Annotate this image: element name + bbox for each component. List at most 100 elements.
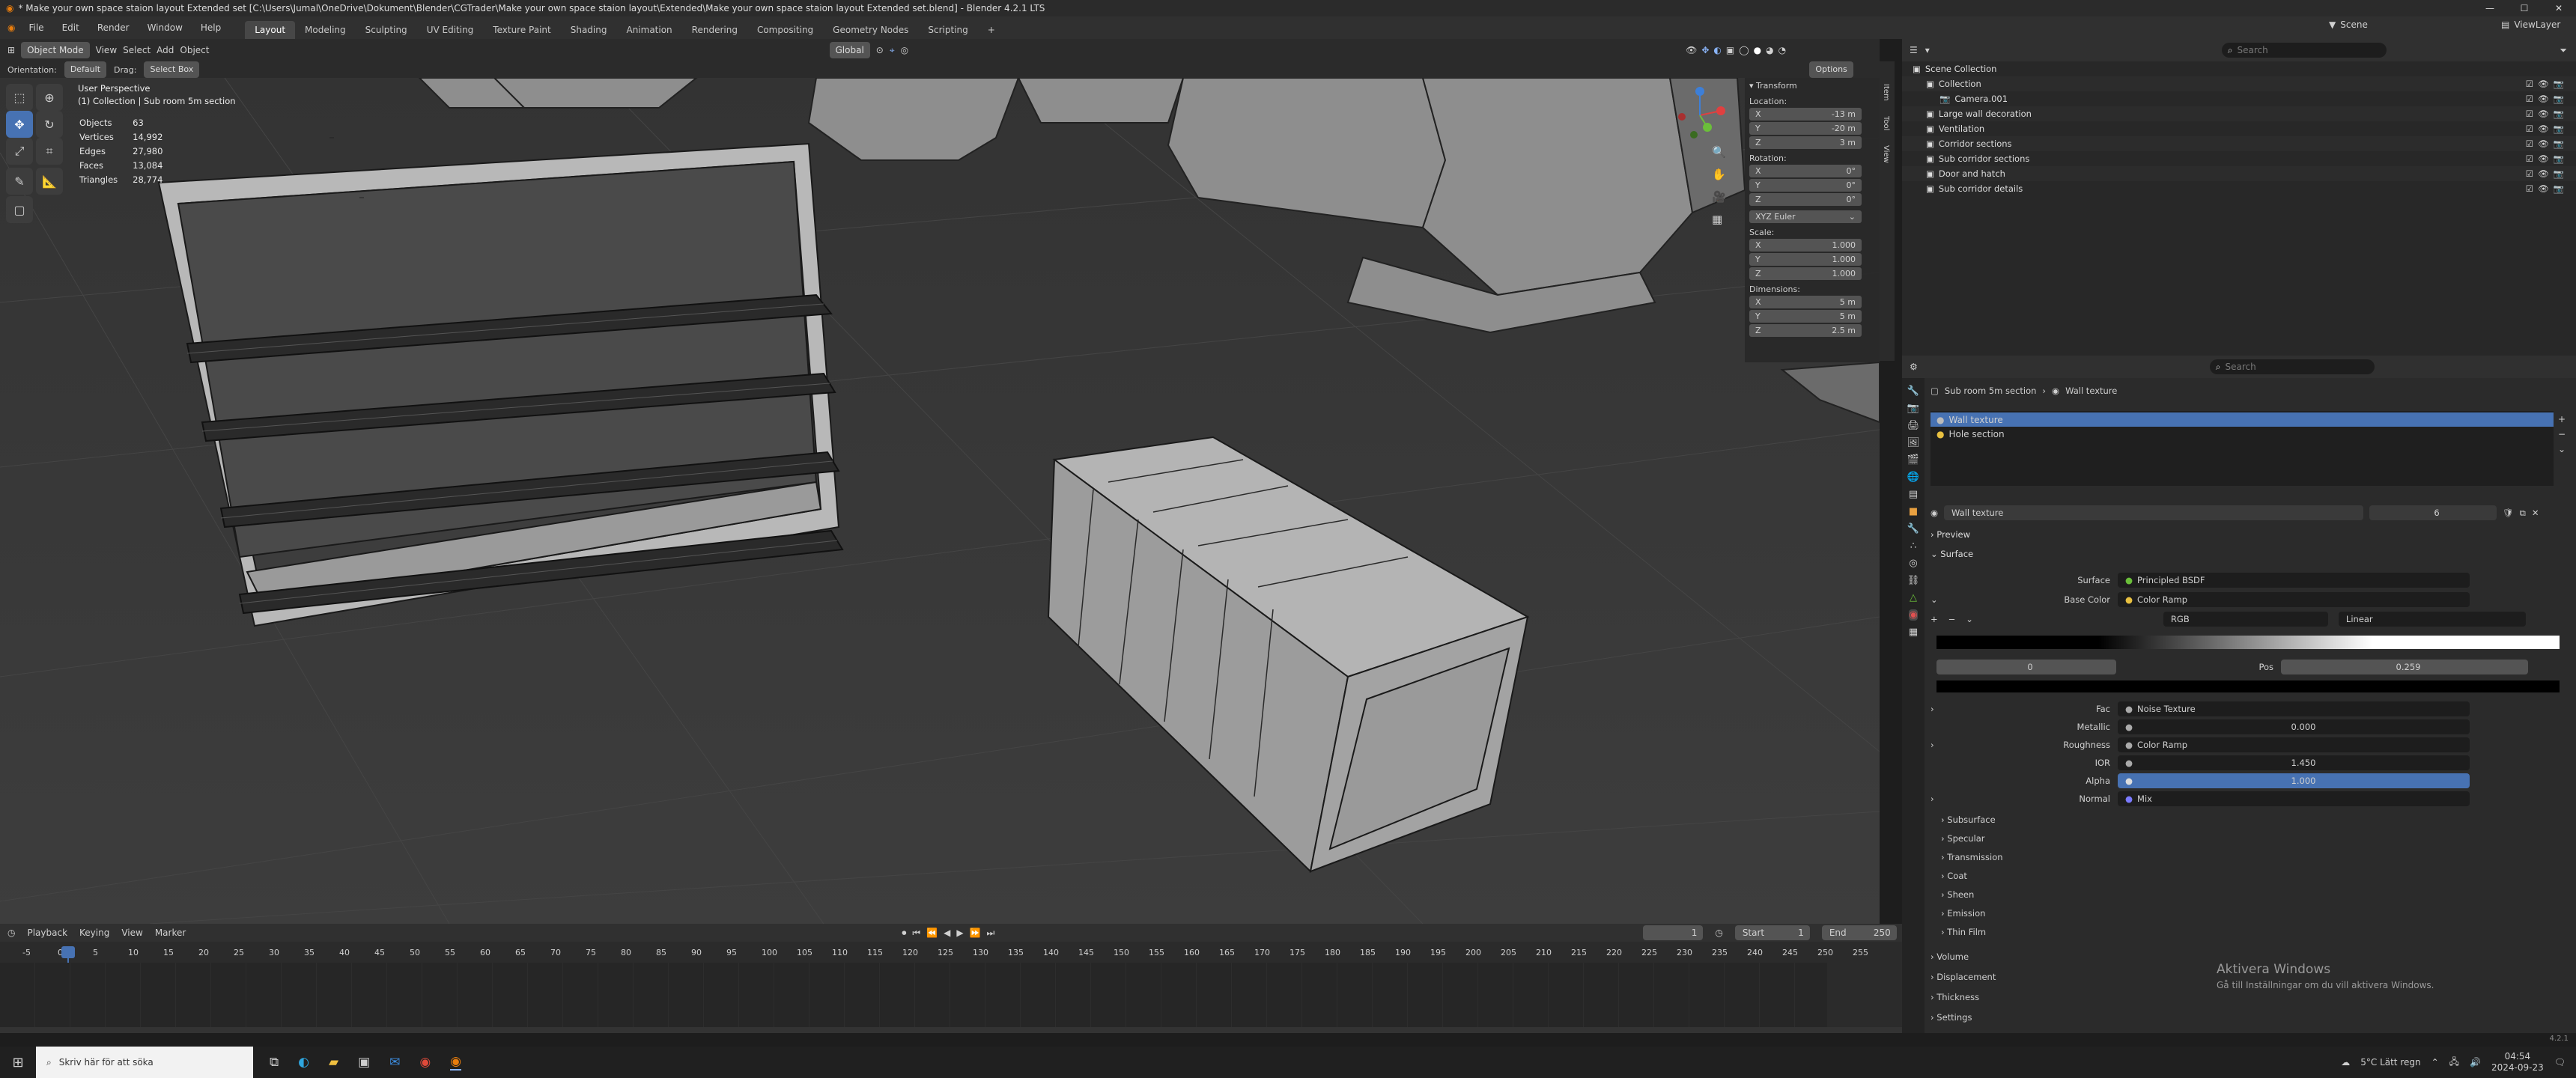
timeline-scrollbar[interactable]	[0, 1027, 1902, 1033]
editor-type-icon[interactable]: ☰	[1910, 45, 1918, 55]
pivot-icon[interactable]: ⊙	[876, 45, 884, 55]
material-users-count[interactable]: 6	[2369, 505, 2497, 520]
transform-tool-icon[interactable]: ⌗	[36, 138, 63, 165]
tab-geometry-nodes[interactable]: Geometry Nodes	[823, 21, 918, 39]
tray-chevron-icon[interactable]: ⌃	[2431, 1057, 2439, 1068]
subsection-emission[interactable]: › Emission	[1941, 904, 2003, 923]
volume-icon[interactable]: 🔊	[2470, 1057, 2481, 1068]
shading-rendered-icon[interactable]: ◔	[1778, 45, 1786, 55]
zoom-icon[interactable]: 🔍	[1712, 145, 1726, 159]
tab-shading[interactable]: Shading	[561, 21, 617, 39]
minimize-icon[interactable]: —	[2473, 0, 2507, 16]
metallic-slider[interactable]: ● 0.000	[2118, 719, 2470, 734]
taskbar-search-input[interactable]: ⌕ Skriv här för att söka	[36, 1047, 253, 1078]
outliner-row[interactable]: 📷 Camera.001 ☑👁📷	[1902, 91, 2576, 106]
scale-x-field[interactable]: X 1.000	[1749, 239, 1862, 252]
chrome-icon[interactable]: ◉	[419, 1055, 431, 1070]
orientation-dropdown[interactable]: Default	[64, 61, 107, 78]
material-slot-selected[interactable]: ● Wall texture	[1931, 412, 2554, 427]
outliner-row[interactable]: ▣ Collection ☑👁📷	[1902, 76, 2576, 91]
editor-type-icon[interactable]: ◷	[7, 928, 15, 938]
tab-tool[interactable]: Tool	[1882, 116, 1890, 130]
world-tab-icon[interactable]: 🌐	[1907, 472, 1919, 483]
add-slot-icon[interactable]: +	[2558, 414, 2566, 424]
view-menu[interactable]: View	[96, 45, 117, 55]
ior-slider[interactable]: ● 1.450	[2118, 755, 2470, 770]
measure-tool-icon[interactable]: 📐	[36, 168, 63, 195]
annotate-tool-icon[interactable]: ✎	[6, 168, 33, 195]
menu-edit[interactable]: Edit	[53, 16, 88, 39]
keying-menu[interactable]: Keying	[79, 928, 109, 938]
options-button[interactable]: Options	[1809, 61, 1853, 78]
select-tool-icon[interactable]: ⬚	[6, 84, 33, 111]
tab-view[interactable]: View	[1882, 145, 1890, 163]
file-explorer-icon[interactable]: ▰	[329, 1055, 338, 1070]
tab-texture-paint[interactable]: Texture Paint	[483, 21, 560, 39]
fac-input-field[interactable]: ● Noise Texture	[2118, 701, 2470, 716]
add-workspace-icon[interactable]: +	[978, 21, 1005, 39]
select-menu[interactable]: Select	[123, 45, 151, 55]
ramp-color-mode-dropdown[interactable]: RGB	[2163, 612, 2328, 627]
rotation-mode-dropdown[interactable]: XYZ Euler ⌄	[1749, 210, 1862, 223]
preview-section[interactable]: › Preview	[1931, 529, 1970, 540]
material-browse-icon[interactable]: ◉	[1931, 508, 1938, 518]
chevron-down-icon[interactable]: ⌄	[1966, 614, 1973, 624]
store-icon[interactable]: ▣	[358, 1055, 370, 1070]
record-icon[interactable]: ⏺	[902, 928, 906, 939]
modifier-tab-icon[interactable]: 🔧	[1907, 523, 1919, 535]
play-icon[interactable]: ▶	[956, 928, 963, 938]
rotation-x-field[interactable]: X 0°	[1749, 165, 1862, 177]
outliner-row[interactable]: ▣ Door and hatch ☑👁📷	[1902, 166, 2576, 181]
material-slot[interactable]: ● Hole section	[1931, 427, 2554, 441]
menu-help[interactable]: Help	[192, 16, 230, 39]
view-layer-tab-icon[interactable]: 🖼	[1907, 437, 1920, 448]
particles-tab-icon[interactable]: ∴	[1910, 540, 1916, 552]
add-menu[interactable]: Add	[157, 45, 174, 55]
outliner-row[interactable]: ▣ Sub corridor sections ☑👁📷	[1902, 151, 2576, 166]
material-name-field[interactable]: Wall texture	[1944, 505, 2364, 520]
maximize-icon[interactable]: ☐	[2507, 0, 2542, 16]
transform-orientation-dropdown[interactable]: Global	[829, 42, 870, 58]
surface-section[interactable]: ⌄ Surface	[1931, 549, 1973, 559]
dimension-x-field[interactable]: X 5 m	[1749, 296, 1862, 308]
tab-animation[interactable]: Animation	[616, 21, 681, 39]
data-tab-icon[interactable]: △	[1910, 592, 1917, 603]
gizmo-y-axis[interactable]	[1703, 123, 1712, 132]
duplicate-icon[interactable]: ⧉	[2520, 508, 2526, 519]
constraints-tab-icon[interactable]: ⛓	[1907, 575, 1920, 586]
editor-type-icon[interactable]: ⊞	[7, 45, 15, 55]
outliner-row[interactable]: ▣ Ventilation ☑👁📷	[1902, 121, 2576, 136]
color-ramp-gradient[interactable]	[1936, 636, 2560, 649]
pan-hand-icon[interactable]: ✋	[1712, 168, 1726, 181]
render-tab-icon[interactable]: 📷	[1907, 403, 1919, 414]
shading-wire-icon[interactable]: ◯	[1739, 45, 1749, 55]
section-settings[interactable]: › Settings	[1931, 1008, 1996, 1028]
tab-rendering[interactable]: Rendering	[682, 21, 747, 39]
visibility-toggles[interactable]: ☑👁📷	[2526, 153, 2569, 164]
ramp-stop-color-swatch[interactable]	[1936, 680, 2560, 692]
section-thickness[interactable]: › Thickness	[1931, 987, 1996, 1008]
tab-layout[interactable]: Layout	[245, 21, 296, 39]
start-frame-field[interactable]: Start 1	[1734, 925, 1810, 940]
tab-compositing[interactable]: Compositing	[747, 21, 823, 39]
jump-end-icon[interactable]: ⏭	[987, 928, 995, 939]
close-icon[interactable]: ✕	[2542, 0, 2576, 16]
ramp-interpolation-dropdown[interactable]: Linear	[2338, 612, 2526, 627]
notification-icon[interactable]: 🗨	[2554, 1057, 2566, 1068]
subsection-subsurface[interactable]: › Subsurface	[1941, 811, 2003, 829]
rotate-tool-icon[interactable]: ↻	[36, 111, 63, 138]
tab-modeling[interactable]: Modeling	[295, 21, 356, 39]
marker-menu[interactable]: Marker	[155, 928, 186, 938]
outliner-search-input[interactable]: ⌕ Search	[2221, 43, 2387, 58]
dimension-y-field[interactable]: Y 5 m	[1749, 310, 1862, 323]
network-icon[interactable]: 🖧	[2449, 1055, 2459, 1071]
dimension-z-field[interactable]: Z 2.5 m	[1749, 324, 1862, 337]
rotation-y-field[interactable]: Y 0°	[1749, 179, 1862, 192]
visibility-toggles[interactable]: ☑👁📷	[2526, 168, 2569, 179]
rotation-z-field[interactable]: Z 0°	[1749, 193, 1862, 206]
ramp-stop-index-field[interactable]: 0	[1936, 660, 2116, 674]
visibility-icon[interactable]: 👁	[1686, 45, 1697, 55]
overlay-icon[interactable]: ◐	[1713, 45, 1721, 55]
weather-icon[interactable]: ☁	[2341, 1057, 2350, 1068]
object-tab-icon[interactable]: ■	[1909, 506, 1918, 517]
